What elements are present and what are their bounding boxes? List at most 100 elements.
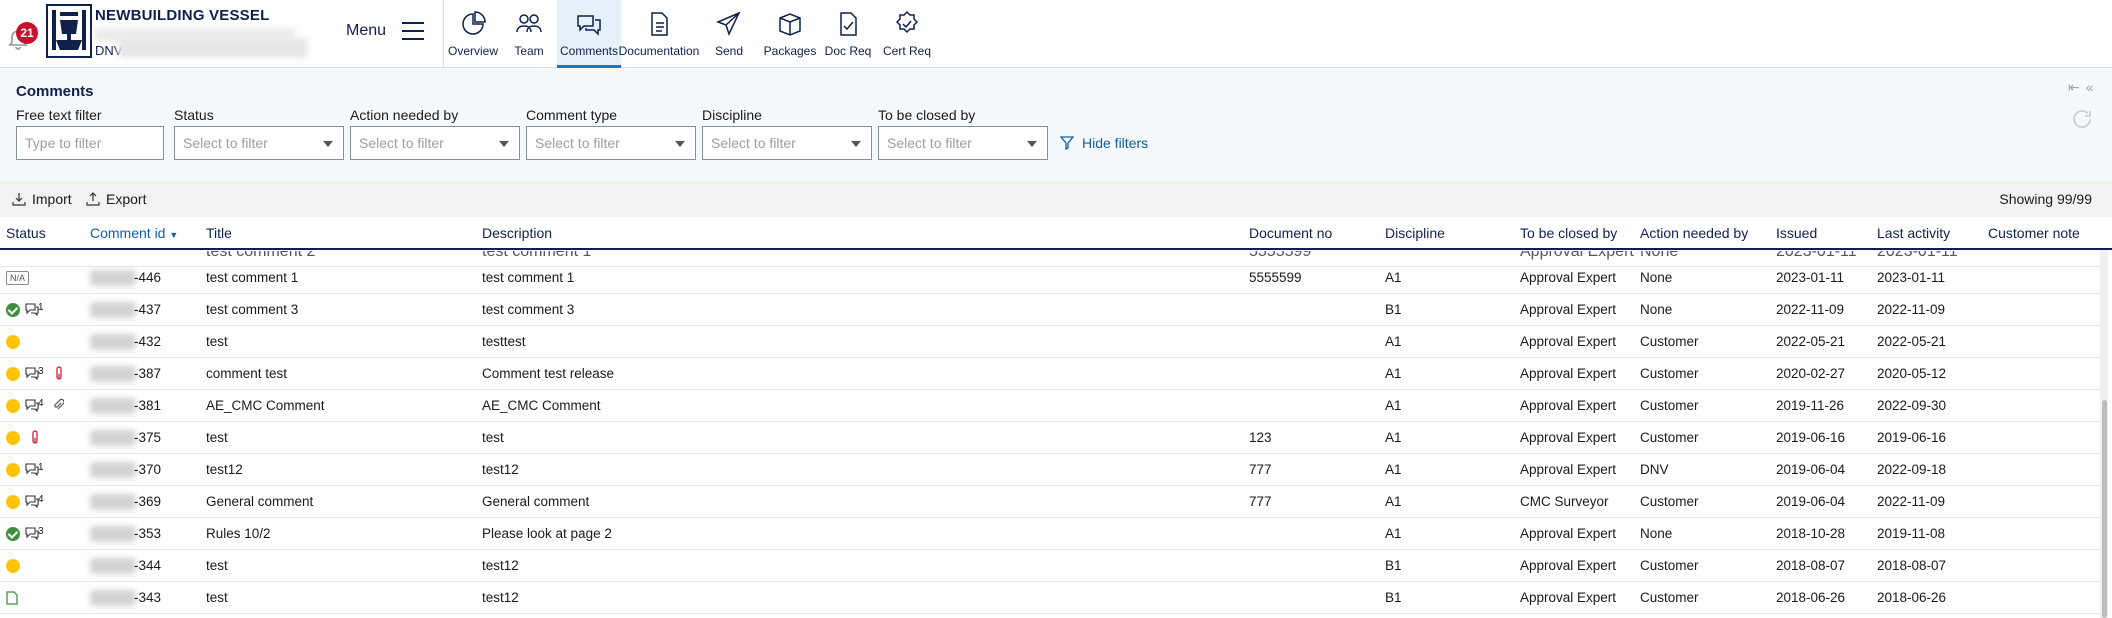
cell-comment-id[interactable]: -387 (134, 366, 161, 381)
nav-label: Comments (559, 44, 618, 58)
table-row[interactable]: 3 -387 comment test Comment test release A1 A… (0, 358, 2100, 390)
status-open-icon (6, 463, 20, 477)
cell-document-no: 777 (1249, 494, 1272, 509)
status-cell: 4 (6, 493, 44, 511)
cell-comment-id[interactable]: -446 (134, 270, 161, 285)
column-title[interactable]: Title (206, 225, 232, 241)
cell-comment-id[interactable]: -369 (134, 494, 161, 509)
nav-team[interactable]: Team (501, 0, 557, 68)
column-issued[interactable]: Issued (1776, 225, 1817, 241)
cell-comment-id[interactable]: -370 (134, 462, 161, 477)
main-nav: Overview Team Comments Documentation Sen… (445, 0, 937, 68)
table-row[interactable]: 1 -370 test12 test12 777 A1 Approval Expert DNV… (0, 454, 2100, 486)
table-row[interactable]: -432 test testtest A1 Approval Expert Custome… (0, 326, 2100, 358)
column-customer-note[interactable]: Customer note (1988, 225, 2080, 241)
cell-comment-id[interactable]: -375 (134, 430, 161, 445)
cell-document-no: 5555599 (1249, 270, 1302, 285)
export-icon (86, 192, 100, 206)
comment-count-number: 3 (38, 526, 44, 537)
comment-count-number: 1 (38, 302, 44, 313)
cell-last-activity: 2022-09-18 (1877, 462, 1947, 477)
notification-badge[interactable]: 21 (16, 22, 38, 44)
table-row[interactable]: 1 -437 test comment 3 test comment 3 B1 Appro… (0, 294, 2100, 326)
chevron-down-icon (1027, 141, 1037, 147)
status-cell (6, 429, 38, 447)
refresh-icon[interactable] (2070, 107, 2094, 131)
column-action-needed-by[interactable]: Action needed by (1640, 225, 1748, 241)
action-needed-by-filter-select[interactable]: Select to filter (350, 126, 520, 160)
cell-comment-id[interactable]: -343 (134, 590, 161, 605)
free-text-filter-input[interactable]: Type to filter (16, 126, 164, 160)
menu-label: Menu (346, 22, 387, 39)
column-status[interactable]: Status (6, 225, 46, 241)
menu-button[interactable]: Menu (346, 22, 425, 40)
column-description[interactable]: Description (482, 225, 552, 241)
table-row[interactable]: N/A -446 test comment 1 test comment 1 55555… (0, 262, 2100, 294)
cell-issued: 2019-11-26 (1776, 398, 1845, 413)
cell-comment-id[interactable]: -432 (134, 334, 161, 349)
cell-to-be-closed-by: Approval Expert (1520, 302, 1617, 317)
nav-overview[interactable]: Overview (445, 0, 501, 68)
discipline-filter-select[interactable]: Select to filter (702, 126, 872, 160)
status-filter-placeholder: Select to filter (183, 135, 268, 151)
cell-comment-id[interactable]: -437 (134, 302, 161, 317)
comment-count: 1 (24, 302, 44, 319)
table-row[interactable]: -375 test test 123 A1 Approval Expert Customer… (0, 422, 2100, 454)
column-discipline[interactable]: Discipline (1385, 225, 1445, 241)
table-body: N/A -446 test comment 1 test comment 1 55555… (0, 262, 2100, 614)
table-row[interactable]: 4 -369 General comment General comment 777 A1… (0, 486, 2100, 518)
cell-last-activity: 2018-06-26 (1877, 590, 1947, 605)
status-filter-select[interactable]: Select to filter (174, 126, 344, 160)
nav-send[interactable]: Send (697, 0, 761, 68)
cell-to-be-closed-by: Approval Expert (1520, 270, 1617, 285)
top-bar: 21 NEWBUILDING VESSEL DNV: Menu Overview… (0, 0, 2112, 68)
redacted-id-prefix (90, 270, 136, 286)
scrollbar-thumb[interactable] (2102, 400, 2107, 618)
cell-discipline: A1 (1385, 366, 1402, 381)
action-needed-by-filter-placeholder: Select to filter (359, 135, 444, 151)
to-be-closed-by-filter-select[interactable]: Select to filter (878, 126, 1048, 160)
cell-comment-id[interactable]: -344 (134, 558, 161, 573)
column-last-activity[interactable]: Last activity (1877, 225, 1950, 241)
nav-label: Packages (763, 44, 817, 58)
cell-comment-id[interactable]: -353 (134, 526, 161, 541)
redacted-id-prefix (90, 334, 136, 350)
column-to-be-closed-by[interactable]: To be closed by (1520, 225, 1617, 241)
status-cell: 1 (6, 301, 44, 319)
cell-comment-id[interactable]: -381 (134, 398, 161, 413)
cell-issued: 2018-10-28 (1776, 526, 1846, 541)
export-button[interactable]: Export (86, 191, 146, 207)
cell-title: test (206, 558, 228, 573)
comment-count-number: 4 (38, 398, 44, 409)
nav-doc-req[interactable]: Doc Req (819, 0, 877, 68)
nav-cert-req[interactable]: Cert Req (877, 0, 937, 68)
status-cell: 3 (6, 525, 44, 543)
chart-pie-icon (462, 11, 486, 35)
import-button[interactable]: Import (12, 191, 72, 207)
table-row[interactable]: -343 test test12 B1 Approval Expert Customer 2… (0, 582, 2100, 614)
column-comment-id[interactable]: Comment id ▼ (90, 225, 178, 241)
table-row[interactable]: 4 -381 AE_CMC Comment AE_CMC Comment A1 Appro… (0, 390, 2100, 422)
cell-issued: 2019-06-16 (1776, 430, 1846, 445)
cell-action-needed-by: None (1640, 302, 1673, 317)
draft-icon (6, 591, 18, 605)
collapse-panel-icons[interactable]: ⇤« (2068, 79, 2100, 96)
column-document-no[interactable]: Document no (1249, 225, 1332, 241)
cell-last-activity: 2022-05-21 (1877, 334, 1947, 349)
cell-last-activity: 2019-11-08 (1877, 526, 1946, 541)
cell-issued: 2022-05-21 (1776, 334, 1846, 349)
cell-discipline: A1 (1385, 430, 1402, 445)
table-row[interactable]: -344 test test12 B1 Approval Expert Customer 2… (0, 550, 2100, 582)
discipline-filter-label: Discipline (702, 107, 762, 123)
hide-filters-button[interactable]: Hide filters (1060, 135, 1148, 151)
nav-label: Overview (447, 44, 498, 58)
export-label: Export (106, 191, 147, 207)
table-row[interactable]: 3 -353 Rules 10/2 Please look at page 2 A1 Ap… (0, 518, 2100, 550)
nav-packages[interactable]: Packages (761, 0, 819, 68)
nav-comments[interactable]: Comments (557, 0, 621, 68)
comment-type-filter-select[interactable]: Select to filter (526, 126, 696, 160)
table-header: Status Comment id ▼ Title Description Do… (0, 217, 2112, 250)
showing-count: Showing 99/99 (1999, 191, 2092, 207)
nav-documentation[interactable]: Documentation (619, 0, 699, 68)
status-closed-icon (6, 303, 20, 317)
